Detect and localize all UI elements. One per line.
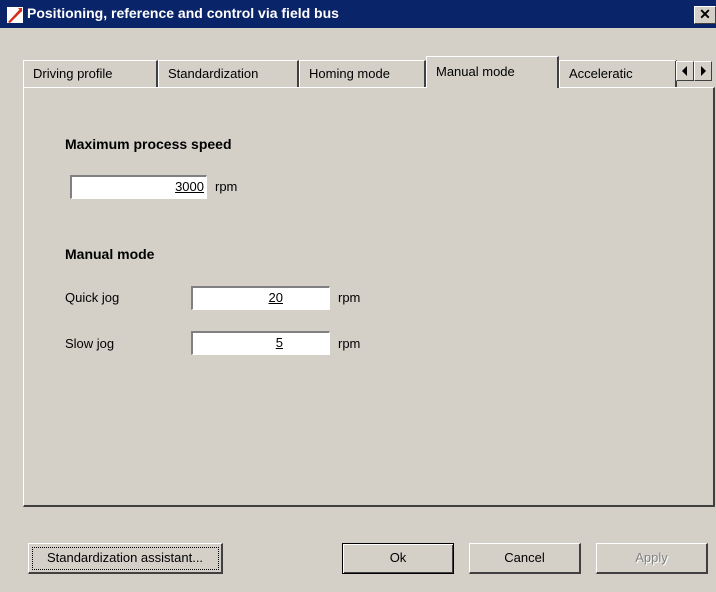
tab-acceleration[interactable]: Acceleratic	[559, 60, 677, 87]
tab-label: Standardization	[168, 66, 259, 81]
quick-jog-unit: rpm	[338, 290, 361, 305]
standardization-assistant-button[interactable]: Standardization assistant...	[28, 543, 223, 574]
close-icon: ✕	[699, 6, 711, 22]
slow-jog-value: 5	[275, 335, 283, 350]
slow-jog-field[interactable]: 5	[191, 331, 330, 355]
quick-jog-value: 20	[268, 290, 283, 305]
tab-driving-profile[interactable]: Driving profile	[23, 60, 158, 87]
button-label: Standardization assistant...	[46, 550, 204, 565]
quick-jog-label: Quick jog	[65, 290, 120, 305]
button-label: Ok	[389, 550, 407, 565]
title-bar: Positioning, reference and control via f…	[0, 0, 716, 28]
tab-label: Manual mode	[436, 64, 515, 79]
arrow-right-icon	[701, 66, 706, 76]
tab-label: Acceleratic	[569, 66, 633, 81]
max-speed-value: 3000	[175, 179, 204, 194]
tab-scroll-left-button[interactable]	[676, 61, 694, 81]
slow-jog-label: Slow jog	[65, 336, 115, 351]
max-speed-field[interactable]: 3000	[70, 175, 207, 199]
button-label: Cancel	[504, 550, 545, 565]
app-icon	[6, 6, 24, 24]
manual-mode-heading: Manual mode	[65, 246, 155, 262]
cancel-button[interactable]: Cancel	[469, 543, 581, 574]
button-label: Apply	[635, 550, 668, 565]
tab-standardization[interactable]: Standardization	[158, 60, 299, 87]
apply-button[interactable]: Apply	[596, 543, 708, 574]
quick-jog-field[interactable]: 20	[191, 286, 330, 310]
max-speed-heading: Maximum process speed	[65, 136, 232, 152]
tab-scroll-right-button[interactable]	[694, 61, 712, 81]
tab-homing-mode[interactable]: Homing mode	[299, 60, 426, 87]
ok-button[interactable]: Ok	[342, 543, 454, 574]
max-speed-unit: rpm	[215, 179, 238, 194]
window-title: Positioning, reference and control via f…	[27, 5, 339, 21]
arrow-left-icon	[682, 66, 687, 76]
tab-label: Homing mode	[309, 66, 390, 81]
slow-jog-unit: rpm	[338, 336, 361, 351]
tab-label: Driving profile	[33, 66, 113, 81]
tab-manual-mode[interactable]: Manual mode	[426, 56, 559, 88]
close-button[interactable]: ✕	[694, 6, 716, 24]
